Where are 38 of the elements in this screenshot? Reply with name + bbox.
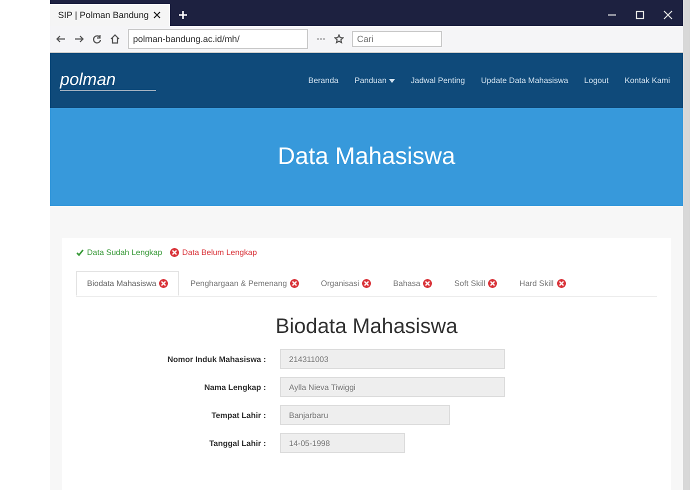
plus-icon[interactable]: [178, 10, 188, 20]
tab[interactable]: Organisasi: [310, 271, 382, 296]
caret-icon: [388, 79, 395, 83]
tab[interactable]: Bahasa: [382, 271, 444, 296]
forward-icon[interactable]: [74, 34, 84, 44]
nav-link[interactable]: Panduan: [351, 76, 398, 85]
reload-icon[interactable]: [92, 34, 102, 44]
tab[interactable]: Penghargaan & Pemenang: [179, 271, 310, 296]
field-label: Tanggal Lahir :: [208, 438, 267, 448]
field-label: Tempat Lahir :: [210, 410, 267, 420]
tab-title: SIP | Polman Bandung: [58, 10, 149, 20]
home-icon[interactable]: [110, 34, 120, 44]
legend-label: Data Belum Lengkap: [182, 248, 257, 257]
field-label: Nomor Induk Mahasiswa :: [166, 354, 267, 364]
legend-label: Data Sudah Lengkap: [87, 248, 162, 257]
maximize-icon[interactable]: [635, 10, 645, 20]
tab[interactable]: Hard Skill: [508, 271, 577, 296]
search-field[interactable]: Cari: [352, 31, 442, 47]
nav-link[interactable]: Logout: [581, 76, 612, 85]
input-field[interactable]: Banjarbaru: [280, 405, 450, 425]
nav-link[interactable]: Jadwal Penting: [408, 76, 468, 85]
logo[interactable]: polman: [60, 70, 156, 91]
close-icon[interactable]: [152, 10, 162, 20]
tab[interactable]: Biodata Mahasiswa: [76, 271, 180, 296]
form-title: Biodata Mahasiswa: [274, 315, 459, 339]
browser-tab[interactable]: SIP | Polman Bandung: [50, 4, 170, 26]
input-field[interactable]: 14-05-1998: [280, 433, 405, 453]
address-bar[interactable]: polman-bandung.ac.id/mh/: [128, 29, 308, 49]
back-icon[interactable]: [56, 34, 66, 44]
page-title: Data Mahasiswa: [278, 143, 456, 171]
star-icon[interactable]: [334, 34, 344, 44]
input-field[interactable]: Aylla Nieva Tiwiggi: [280, 377, 505, 397]
field-label: Nama Lengkap :: [203, 382, 267, 392]
nav-link[interactable]: Update Data Mahasiswa: [478, 76, 572, 85]
tab[interactable]: Soft Skill: [443, 271, 508, 296]
input-field[interactable]: 214311003: [280, 349, 505, 369]
nav-link[interactable]: Beranda: [305, 76, 342, 85]
nav-link[interactable]: Kontak Kami: [622, 76, 673, 85]
